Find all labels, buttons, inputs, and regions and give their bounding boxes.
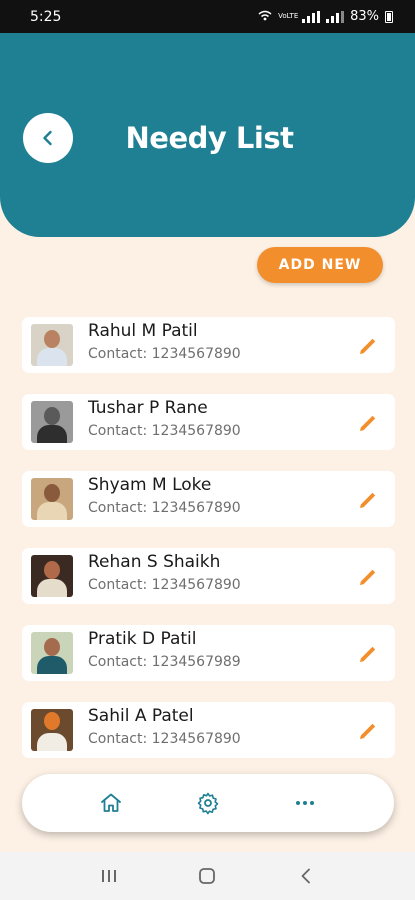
avatar xyxy=(31,555,73,597)
avatar xyxy=(31,401,73,443)
avatar xyxy=(31,478,73,520)
status-time: 5:25 xyxy=(30,8,62,25)
page-title: Needy List xyxy=(125,121,294,155)
person-name: Rahul M Patil xyxy=(88,321,198,341)
avatar xyxy=(31,632,73,674)
edit-button[interactable] xyxy=(355,564,381,590)
pencil-icon xyxy=(360,492,376,508)
status-bar: 5:25 VoLTE 83% xyxy=(0,0,415,33)
avatar xyxy=(31,709,73,751)
battery-level: 83% xyxy=(350,9,379,24)
person-name: Rehan S Shaikh xyxy=(88,552,221,572)
person-name: Tushar P Rane xyxy=(88,398,208,418)
person-name: Pratik D Patil xyxy=(88,629,197,649)
recent-apps-button[interactable] xyxy=(89,856,129,896)
edit-button[interactable] xyxy=(355,410,381,436)
person-contact: Contact: 1234567989 xyxy=(88,654,241,670)
person-contact: Contact: 1234567890 xyxy=(88,577,241,593)
avatar xyxy=(31,324,73,366)
signal-icon xyxy=(302,10,321,23)
list-item[interactable]: Rahul M Patil Contact: 1234567890 xyxy=(22,317,395,373)
list-item[interactable]: Rehan S Shaikh Contact: 1234567890 xyxy=(22,548,395,604)
person-contact: Contact: 1234567890 xyxy=(88,500,241,516)
pencil-icon xyxy=(360,646,376,662)
person-name: Shyam M Loke xyxy=(88,475,212,495)
pencil-icon xyxy=(360,723,376,739)
header: Needy List xyxy=(0,33,415,237)
wifi-icon xyxy=(258,10,272,24)
list-item[interactable]: Pratik D Patil Contact: 1234567989 xyxy=(22,625,395,681)
edit-button[interactable] xyxy=(355,718,381,744)
nav-more[interactable] xyxy=(287,785,323,821)
person-name: Sahil A Patel xyxy=(88,706,194,726)
pencil-icon xyxy=(360,338,376,354)
more-icon xyxy=(296,801,315,805)
signal-icon-2 xyxy=(326,10,345,23)
edit-button[interactable] xyxy=(355,487,381,513)
edit-button[interactable] xyxy=(355,641,381,667)
bottom-nav xyxy=(22,774,394,832)
nav-settings[interactable] xyxy=(190,785,226,821)
settings-icon xyxy=(197,792,219,815)
list-item[interactable]: Sahil A Patel Contact: 1234567890 xyxy=(22,702,395,758)
person-contact: Contact: 1234567890 xyxy=(88,346,241,362)
recent-apps-icon xyxy=(102,870,117,882)
home-square-icon xyxy=(199,868,216,884)
system-navigation-bar xyxy=(0,852,415,900)
pencil-icon xyxy=(360,415,376,431)
back-chevron-icon xyxy=(301,868,310,884)
list-item[interactable]: Tushar P Rane Contact: 1234567890 xyxy=(22,394,395,450)
pencil-icon xyxy=(360,569,376,585)
list-item[interactable]: Shyam M Loke Contact: 1234567890 xyxy=(22,471,395,527)
home-system-button[interactable] xyxy=(187,856,227,896)
add-new-button[interactable]: ADD NEW xyxy=(257,247,383,283)
edit-button[interactable] xyxy=(355,333,381,359)
person-contact: Contact: 1234567890 xyxy=(88,423,241,439)
battery-icon xyxy=(385,10,393,23)
person-contact: Contact: 1234567890 xyxy=(88,731,241,747)
back-system-button[interactable] xyxy=(286,856,326,896)
status-icons: VoLTE 83% xyxy=(258,9,393,24)
network-label: VoLTE xyxy=(278,12,299,20)
nav-home[interactable] xyxy=(93,785,129,821)
needy-list: Rahul M Patil Contact: 1234567890 Tushar… xyxy=(22,317,395,779)
home-icon xyxy=(100,793,121,812)
